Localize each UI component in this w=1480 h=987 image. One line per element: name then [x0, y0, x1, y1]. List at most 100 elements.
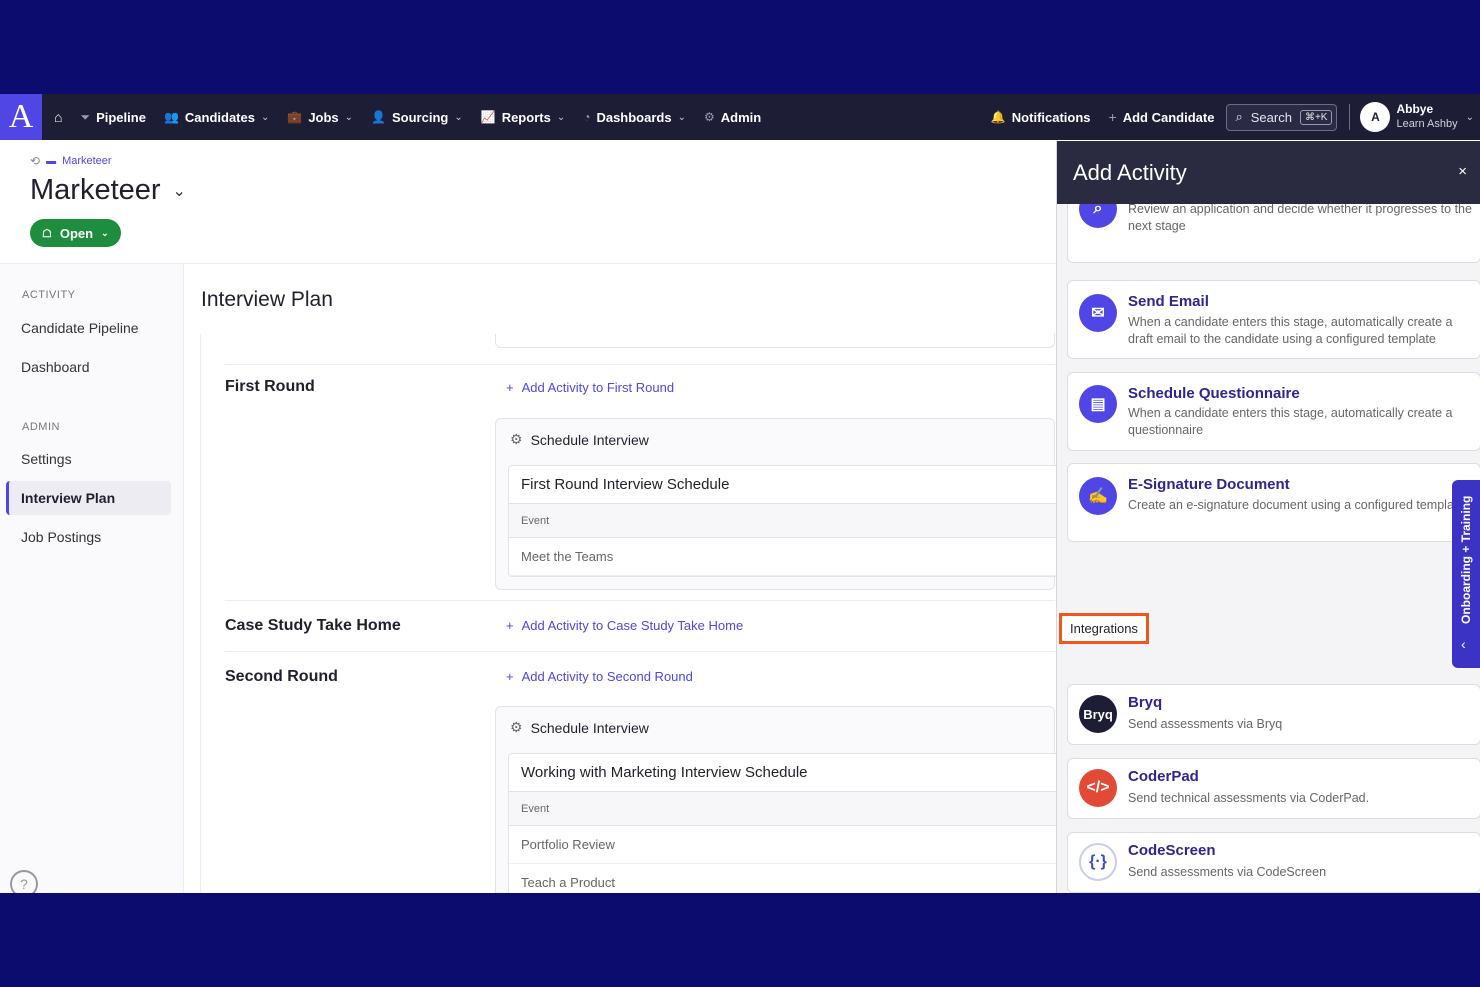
sidebar-item-job-postings[interactable]: Job Postings: [6, 520, 171, 554]
close-icon[interactable]: ×: [1458, 163, 1467, 180]
add-activity-case-study-link[interactable]: + Add Activity to Case Study Take Home: [506, 618, 743, 633]
add-activity-second-round-link[interactable]: + Add Activity to Second Round: [506, 669, 693, 684]
user-menu[interactable]: Abbye Learn Ashby: [1396, 102, 1457, 132]
option-description: When a candidate enters this stage, auto…: [1128, 315, 1453, 346]
breadcrumb: ⟲ ▬ Marketeer: [30, 154, 112, 168]
notifications-button[interactable]: 🔔 Notifications: [991, 110, 1091, 125]
add-candidate-button[interactable]: + Add Candidate: [1109, 109, 1215, 125]
nav-admin[interactable]: ⚙ Admin: [704, 110, 761, 125]
status-icon: ☖: [42, 227, 52, 240]
option-description: Review an application and decide whether…: [1128, 202, 1472, 233]
divider: [225, 600, 1055, 601]
signature-icon: ✍: [1079, 477, 1117, 515]
add-activity-first-round-label: Add Activity to First Round: [521, 380, 675, 395]
activity-card-header[interactable]: ⚙ Schedule Interview: [510, 719, 649, 736]
chart-icon: 📈: [480, 110, 496, 124]
stage-second-round: Second Round: [225, 668, 338, 685]
avatar[interactable]: A: [1360, 102, 1391, 132]
option-description: Create an e-signature document using a c…: [1128, 498, 1465, 512]
nav-reports[interactable]: 📈 Reports ⌄: [481, 110, 565, 125]
breadcrumb-link[interactable]: Marketeer: [62, 155, 112, 167]
add-activity-first-round-link[interactable]: + Add Activity to First Round: [506, 380, 674, 395]
nav-label: Reports: [501, 109, 551, 125]
nav-jobs[interactable]: 💼 Jobs ⌄: [287, 110, 353, 125]
app-window: A ⌂ ⏷ Pipeline 👥 Candidates ⌄ 💼 Jobs ⌄ 👤 Sourcing…: [0, 94, 1480, 893]
plus-icon: +: [506, 380, 514, 395]
dashboard-icon: ◔: [583, 110, 591, 124]
user-name: Abbye: [1396, 102, 1434, 116]
schedule-title[interactable]: First Round Interview Schedule: [509, 466, 1067, 504]
stage-case-study-take-home: Case Study Take Home: [225, 617, 401, 634]
panel-header: Add Activity ×: [1057, 141, 1480, 204]
status-badge[interactable]: ☖ Open ⌄: [30, 219, 121, 247]
search-icon: ⌕: [1235, 109, 1243, 124]
nav-sourcing[interactable]: 👤 Sourcing ⌄: [371, 110, 463, 125]
notifications-label: Notifications: [1011, 109, 1091, 125]
nav-label: Admin: [720, 109, 762, 125]
gear-icon: ⚙: [510, 431, 523, 447]
gear-icon: ⚙: [703, 110, 715, 124]
option-title: Bryq: [1128, 694, 1163, 711]
onboarding-label: Onboarding + Training: [1459, 495, 1473, 625]
table-row[interactable]: Teach a Product: [509, 864, 1067, 893]
sidebar-item-dashboard[interactable]: Dashboard: [6, 350, 171, 384]
integration-codescreen[interactable]: {·} CodeScreen Send assessments via CodeSc…: [1067, 832, 1480, 893]
bryq-logo-icon: Bryq: [1079, 695, 1117, 733]
nav-label: Jobs: [308, 109, 339, 125]
add-activity-panel: ⌕Review ApplicationReview an application…: [1056, 141, 1480, 893]
activity-option-schedule-questionnaire[interactable]: ▤ Schedule Questionnaire When a candidate …: [1067, 372, 1480, 451]
add-candidate-label: Add Candidate: [1122, 109, 1215, 125]
sourcing-icon: 👤: [371, 110, 386, 124]
page-title[interactable]: Marketeer ⌄: [30, 174, 186, 207]
interview-plan-title: Interview Plan: [201, 288, 333, 311]
help-icon[interactable]: ?: [10, 870, 38, 893]
status-label: Open: [59, 225, 94, 241]
search-shortcut: ⌘+K: [1299, 109, 1333, 125]
integration-coderpad[interactable]: </> CoderPad Send technical assessments vi…: [1067, 758, 1480, 819]
integration-bryq[interactable]: Bryq Bryq Send assessments via Bryq: [1067, 684, 1480, 745]
history-icon[interactable]: ⟲: [30, 154, 40, 168]
divider: [225, 364, 1055, 365]
search-label: Search: [1250, 109, 1292, 125]
sidebar-item-candidate-pipeline[interactable]: Candidate Pipeline: [6, 311, 171, 345]
home-icon: ⌂: [54, 109, 63, 125]
status-chevron-icon: ⌄: [101, 227, 109, 238]
onboarding-training-tab[interactable]: Onboarding + Training ‹: [1452, 480, 1480, 668]
sidebar-item-settings[interactable]: Settings: [6, 442, 171, 476]
nav-dashboards[interactable]: ◔ Dashboards ⌄: [583, 110, 686, 125]
top-nav: A ⌂ ⏷ Pipeline 👥 Candidates ⌄ 💼 Jobs ⌄ 👤 Sourcing…: [0, 94, 1480, 140]
nav-pipeline[interactable]: ⏷ Pipeline: [80, 110, 145, 125]
activity-card: ⚙ Schedule Interview First Round Intervi…: [495, 418, 1068, 590]
previous-card-edge: [495, 334, 1055, 348]
coderpad-logo-icon: </>: [1079, 769, 1117, 807]
chevron-down-icon: ⌄: [344, 111, 354, 123]
table-row[interactable]: Meet the Teams: [509, 538, 1067, 576]
filter-icon: ⏷: [80, 109, 91, 124]
panel-title: Add Activity: [1073, 159, 1187, 185]
activity-card-header[interactable]: ⚙ Schedule Interview: [510, 431, 649, 448]
activity-card: ⚙ Schedule Interview Working with Market…: [495, 706, 1068, 893]
schedule-title[interactable]: Working with Marketing Interview Schedul…: [509, 754, 1067, 792]
nav-label: Candidates: [184, 109, 255, 125]
activity-option-e-signature-document[interactable]: ✍ E-Signature Document Create an e-signatu…: [1067, 463, 1480, 542]
chevron-down-icon: ⌄: [260, 111, 270, 123]
chevron-down-icon[interactable]: ⌄: [173, 181, 186, 201]
option-description: Send assessments via Bryq: [1128, 717, 1283, 731]
home-button[interactable]: ⌂: [54, 109, 62, 125]
envelope-icon: ✉: [1079, 294, 1117, 332]
user-chevron-down-icon[interactable]: ⌄: [1466, 112, 1474, 123]
nav-candidates[interactable]: 👥 Candidates ⌄: [164, 110, 269, 125]
sidebar-item-interview-plan[interactable]: Interview Plan: [6, 481, 171, 515]
activity-option-send-email[interactable]: ✉ Send Email When a candidate enters this …: [1067, 280, 1480, 359]
option-title: Send Email: [1128, 293, 1209, 310]
table-row[interactable]: Portfolio Review: [509, 826, 1067, 864]
gear-icon: ⚙: [510, 719, 523, 735]
nav-label: Sourcing: [392, 109, 449, 125]
option-description: When a candidate enters this stage, auto…: [1128, 406, 1453, 437]
search-input[interactable]: ⌕ Search ⌘+K: [1226, 103, 1338, 131]
ashby-logo[interactable]: A: [0, 94, 42, 140]
option-title: E-Signature Document: [1128, 476, 1290, 493]
chevron-down-icon: ⌄: [677, 111, 686, 123]
sidebar: ACTIVITY Candidate Pipeline Dashboard AD…: [0, 264, 184, 893]
schedule-table: Working with Marketing Interview Schedul…: [508, 753, 1068, 893]
